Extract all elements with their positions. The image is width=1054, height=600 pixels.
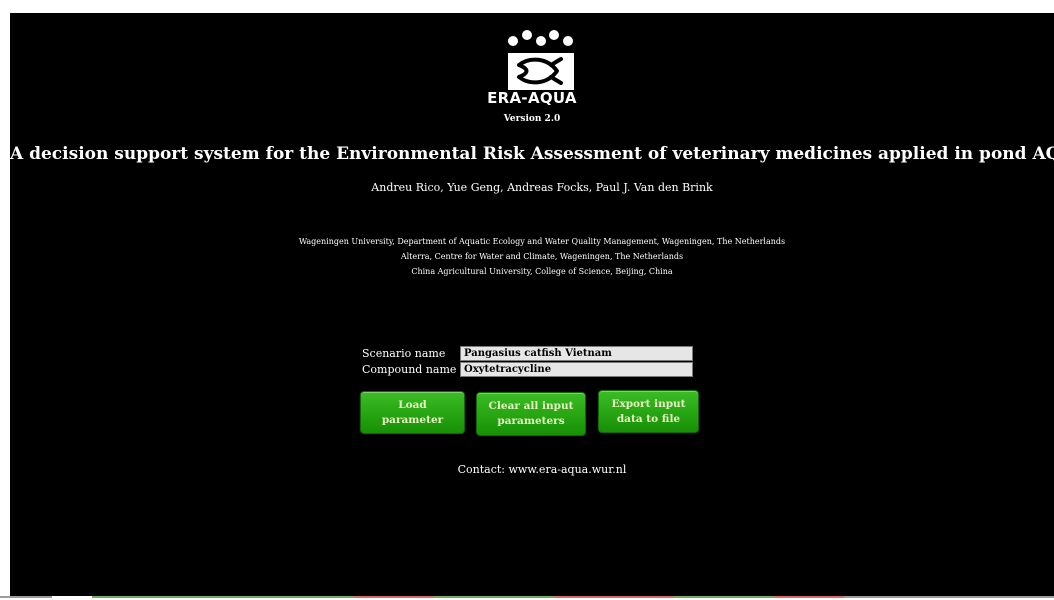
- version-label: Version 2.0: [503, 114, 561, 124]
- sheet-tab[interactable]: [554, 596, 674, 598]
- sheet-tab[interactable]: [674, 596, 774, 598]
- affiliation-line: China Agricultural University, College o…: [411, 267, 673, 276]
- scenario-name-label: Scenario name: [362, 347, 446, 360]
- clear-all-input-parameters-button[interactable]: Clear all input parameters: [476, 392, 586, 436]
- sheet-tab[interactable]: [0, 596, 52, 598]
- compound-name-field[interactable]: [460, 362, 693, 377]
- sheet-tab-strip[interactable]: [0, 596, 1054, 600]
- scenario-name-field[interactable]: [460, 346, 693, 361]
- sheet-tab[interactable]: [354, 596, 434, 598]
- compound-name-label: Compound name: [362, 363, 457, 376]
- affiliations-block: Wageningen University, Department of Aqu…: [10, 234, 1054, 279]
- export-input-data-label: Export input data to file: [611, 397, 686, 425]
- sheet-tab[interactable]: [774, 596, 844, 598]
- affiliation-line: Alterra, Centre for Water and Climate, W…: [400, 252, 684, 261]
- clear-all-input-parameters-label: Clear all input parameters: [488, 400, 574, 427]
- load-parameter-button[interactable]: Load parameter: [360, 391, 465, 434]
- logo-text: ERA-AQUA: [487, 89, 577, 107]
- sheet-tab[interactable]: [92, 596, 354, 598]
- sheet-tab[interactable]: [844, 596, 1054, 598]
- sheet-tab[interactable]: [52, 596, 92, 598]
- worksheet: ERA-AQUA Version 2.0 A decision support …: [10, 13, 1054, 596]
- load-parameter-label: Load parameter: [381, 398, 444, 426]
- app-window: ERA-AQUA Version 2.0 A decision support …: [0, 0, 1054, 600]
- contact-line: Contact: www.era-aqua.wur.nl: [457, 463, 627, 476]
- page-title: A decision support system for the Enviro…: [10, 144, 1054, 164]
- export-input-data-button[interactable]: Export input data to file: [598, 390, 699, 433]
- authors-line: Andreu Rico, Yue Geng, Andreas Focks, Pa…: [371, 181, 713, 194]
- affiliation-line: Wageningen University, Department of Aqu…: [298, 237, 786, 246]
- sheet-tab[interactable]: [434, 596, 554, 598]
